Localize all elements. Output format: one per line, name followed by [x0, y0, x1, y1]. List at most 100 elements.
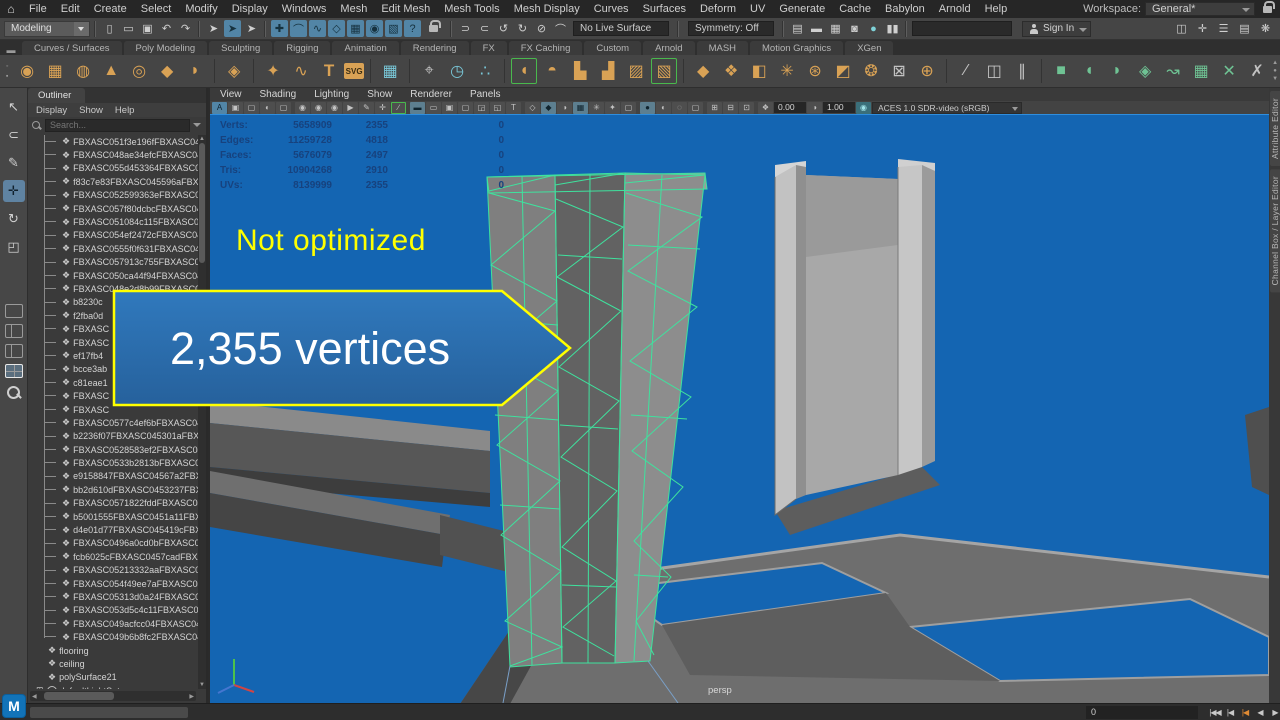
toolbar-separator[interactable]	[407, 102, 409, 114]
viewport-menu-panels[interactable]: Panels	[470, 89, 501, 100]
menu-item[interactable]: Cache	[832, 0, 878, 18]
shelf-separator[interactable]	[214, 59, 216, 83]
project-curve-icon[interactable]: ⊕	[914, 58, 940, 84]
boolean-difference-icon[interactable]: ◖	[1076, 58, 1102, 84]
use-all-lights-icon[interactable]: ◇	[525, 101, 540, 114]
undo-icon[interactable]: ↶	[158, 20, 175, 37]
quick-select-input[interactable]	[912, 21, 1012, 36]
outliner-item[interactable]: ❖ FBXASC0577c4ef6bFBXASC045aa	[28, 416, 198, 429]
outliner-item[interactable]: ❖ FBXASC0533b2813bFBXASC04519	[28, 456, 198, 469]
ipr-render-icon[interactable]: ▦	[827, 20, 844, 37]
menu-item[interactable]: Help	[978, 0, 1015, 18]
menu-set-dropdown[interactable]: Modeling	[4, 20, 90, 37]
shelf-tab[interactable]: XGen	[845, 41, 894, 55]
current-frame-field[interactable]: 0	[1086, 706, 1198, 719]
outliner-item[interactable]: ❖ fcb6025cFBXASC0457cadFBXASC0	[28, 550, 198, 563]
image-plane-icon[interactable]: ▢	[276, 101, 291, 114]
xray-icon[interactable]: ◱	[490, 101, 505, 114]
outliner-item[interactable]: ❖ FBXASC049b6b8fc2FBXASC045778	[28, 630, 198, 643]
menu-item[interactable]: Select	[134, 0, 179, 18]
color-management-icon[interactable]: ◉	[856, 101, 871, 114]
boolean-hole-punch-icon[interactable]: ↝	[1160, 58, 1186, 84]
rotate-tool[interactable]: ↻	[3, 208, 25, 230]
snap-together-icon[interactable]: ▧	[385, 20, 402, 37]
redo-icon[interactable]: ↷	[177, 20, 194, 37]
shelf-tab[interactable]: FX Caching	[508, 41, 583, 55]
outliner-item[interactable]: ❖ FBXASC057913c755FBXASC045d4	[28, 256, 198, 269]
viewport-canvas[interactable]: Verts: 5658909 2355 0 Edges: 11259728 48…	[210, 114, 1269, 703]
outliner-tab[interactable]: Outliner	[28, 88, 86, 103]
outliner-item[interactable]: ❖ FBXASC05213332aaFBXASC04590	[28, 564, 198, 577]
disable-history-icon[interactable]: ⊘	[533, 20, 550, 37]
shadows-icon[interactable]: ◑	[557, 101, 572, 114]
channel-box-icon[interactable]: ☰	[1215, 20, 1232, 37]
poly-cylinder-icon[interactable]: ◍	[70, 58, 96, 84]
menu-item[interactable]: Deform	[693, 0, 743, 18]
outliner-item[interactable]: ❖ e9158847FBXASC04567a2FBXASC	[28, 470, 198, 483]
ssao-icon[interactable]: ▦	[573, 101, 588, 114]
outliner-item[interactable]: ❖ bb2d610dFBXASC0453237FBXASC	[28, 483, 198, 496]
outliner-item[interactable]: ❖ FBXASC054f49ee7aFBXASC04527b	[28, 577, 198, 590]
shelf-separator[interactable]	[504, 59, 506, 83]
boolean-swap-icon[interactable]: ✗	[1244, 58, 1270, 84]
texture-toggle-icon[interactable]: T	[506, 101, 521, 114]
svg-import-icon[interactable]: SVG	[344, 63, 365, 79]
outliner-item-default-light-set[interactable]: ⊞ defaultLightSet	[28, 684, 198, 689]
range-slider[interactable]	[30, 707, 188, 718]
step-back-frame-button[interactable]: |◀	[1223, 705, 1237, 719]
select-tool[interactable]: ↖	[3, 96, 25, 118]
quad-draw-icon[interactable]: ◖	[511, 58, 537, 84]
isolate-select-icon[interactable]: ●	[640, 101, 655, 114]
toolbar-separator[interactable]	[292, 102, 294, 114]
expand-icon[interactable]: ⊞	[36, 685, 44, 689]
depth-of-field-icon[interactable]: ▢	[621, 101, 636, 114]
toolbar-separator[interactable]	[637, 102, 639, 114]
film-gate-icon[interactable]: ▢	[688, 101, 703, 114]
open-render-view-icon[interactable]: ▤	[789, 20, 806, 37]
outliner-menu-display[interactable]: Display	[36, 105, 67, 116]
triangulate-icon[interactable]: ◩	[830, 58, 856, 84]
two-pane-layout-button[interactable]	[4, 324, 23, 338]
center-pivot-icon[interactable]: ⌖	[416, 58, 442, 84]
shelf-scroll-down-icon[interactable]: ▼	[1272, 76, 1278, 82]
bevel-icon[interactable]: ◆	[690, 58, 716, 84]
insert-edge-loop-icon[interactable]: ◫	[981, 58, 1007, 84]
boolean-slice-icon[interactable]: ◈	[1132, 58, 1158, 84]
stereo-camera-icon[interactable]: ◉	[327, 101, 342, 114]
outliner-item[interactable]: ❖ FBXASC0496a0cd0bFBXASC0452e	[28, 537, 198, 550]
flat-shade-icon[interactable]: ▭	[426, 101, 441, 114]
new-scene-icon[interactable]: ▯	[101, 20, 118, 37]
camera-attributes-icon[interactable]: ▢	[244, 101, 259, 114]
menu-item[interactable]: File	[22, 0, 54, 18]
outliner-item[interactable]: ❖ flooring	[28, 644, 198, 657]
menu-item[interactable]: Generate	[772, 0, 832, 18]
shelf-options-icon[interactable]: ◦	[6, 63, 8, 70]
play-forwards-button[interactable]: ▶	[1268, 705, 1280, 719]
bridge-icon[interactable]: ❖	[718, 58, 744, 84]
single-pane-layout-button[interactable]	[4, 304, 23, 318]
viewport-menu-shading[interactable]: Shading	[260, 89, 297, 100]
outliner-item[interactable]: ❖ FBXASC0555f0f631FBXASC045d25	[28, 242, 198, 255]
sweep-mesh-icon[interactable]: ✦	[260, 58, 286, 84]
outliner-item[interactable]: ❖ b2236f07FBXASC045301aFBXASC0	[28, 430, 198, 443]
outliner-persp-layout-button[interactable]	[4, 344, 23, 358]
bookmark-icon[interactable]: ◐	[260, 101, 275, 114]
menu-item[interactable]: Edit	[54, 0, 87, 18]
menu-item[interactable]: Edit Mesh	[374, 0, 437, 18]
default-material-icon[interactable]: ◲	[474, 101, 489, 114]
menu-item[interactable]: UV	[743, 0, 772, 18]
viewport-menu-lighting[interactable]: Lighting	[314, 89, 349, 100]
snap-to-view-plane-icon[interactable]: ▦	[347, 20, 364, 37]
outliner-menu-show[interactable]: Show	[79, 105, 103, 116]
shelf-tab[interactable]: MASH	[696, 41, 749, 55]
select-hierarchy-icon[interactable]: ➤	[205, 20, 222, 37]
outliner-item[interactable]: ❖ FBXASC0571822fddFBXASC04597	[28, 497, 198, 510]
symmetrize-icon[interactable]: ◓	[539, 58, 565, 84]
outliner-item[interactable]: ❖ FBXASC057f80dcbcFBXASC045a2c	[28, 202, 198, 215]
bookmark-flag-icon[interactable]: ▶	[343, 101, 358, 114]
scale-tool[interactable]: ◰	[3, 236, 25, 258]
reduce-icon[interactable]: ⊛	[802, 58, 828, 84]
colorspace-dropdown[interactable]: ACES 1.0 SDR-video (sRGB)	[872, 101, 1022, 114]
steel-column-plain[interactable]	[774, 159, 940, 535]
outliner-item[interactable]: ❖ FBXASC052599363eFBXASC045e9	[28, 189, 198, 202]
